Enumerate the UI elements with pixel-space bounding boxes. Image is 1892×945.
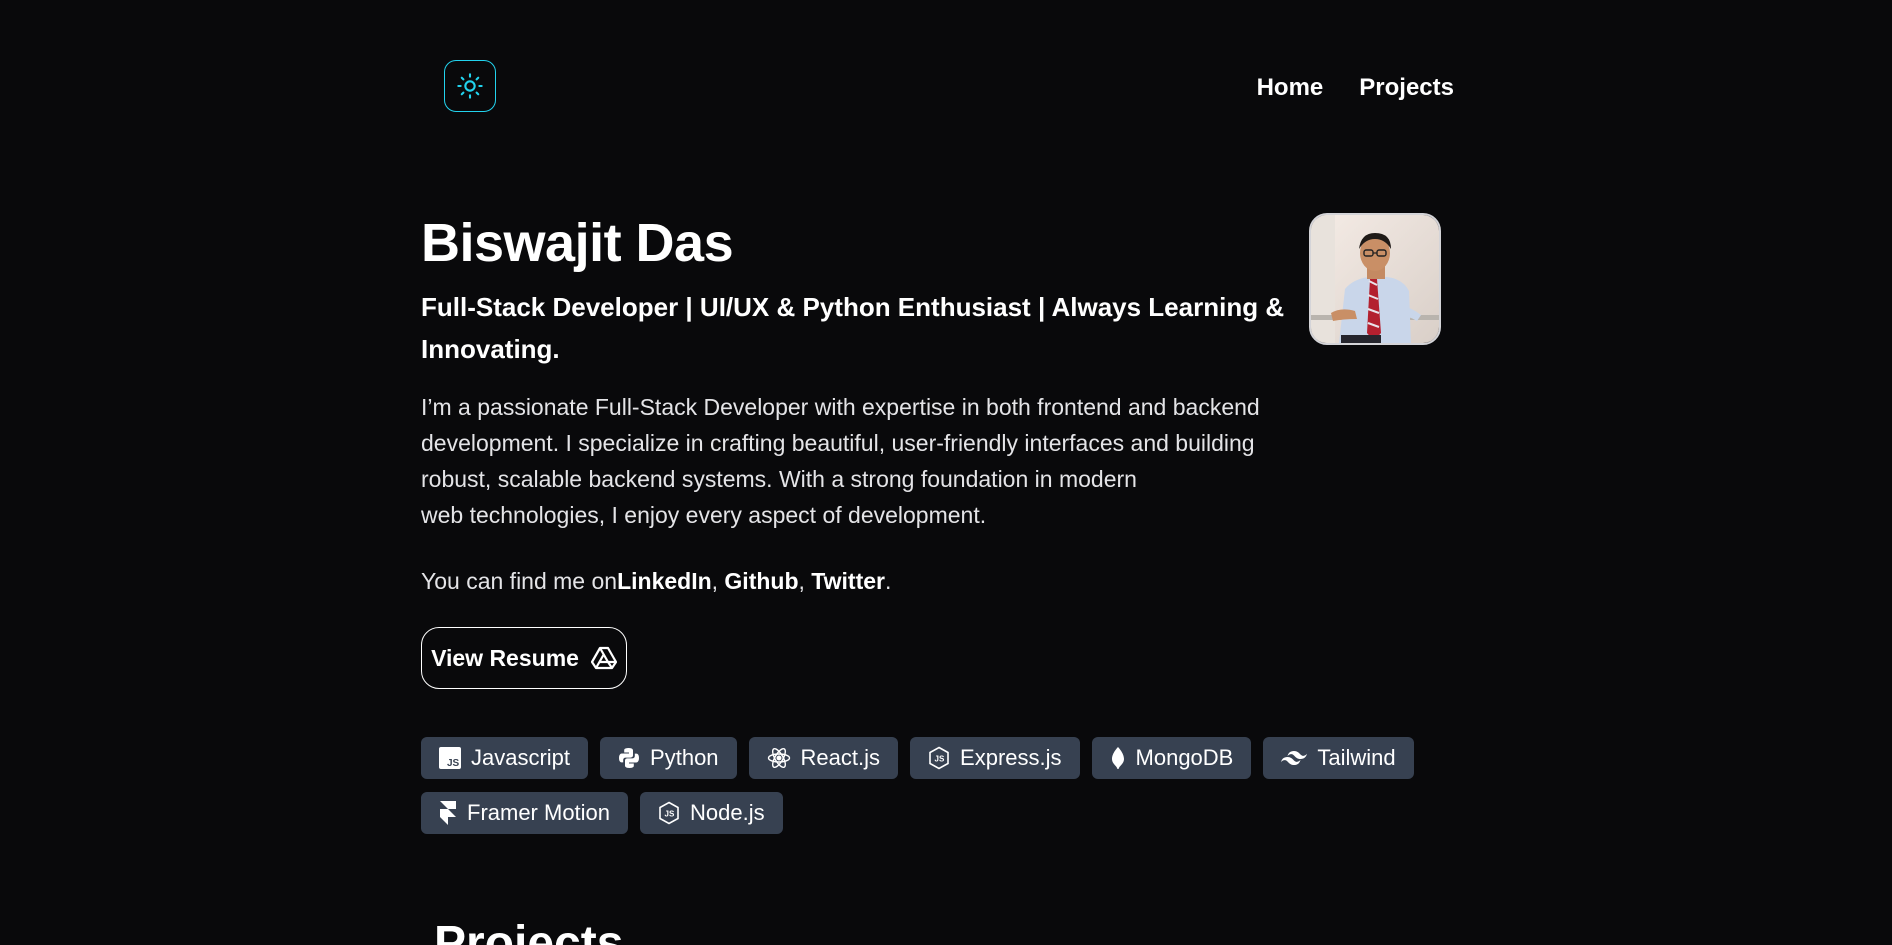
profile-photo bbox=[1311, 215, 1439, 343]
bio-line: robust, scalable backend systems. With a… bbox=[421, 466, 1137, 492]
social-links-text: You can find me onLinkedIn, Github, Twit… bbox=[421, 568, 891, 595]
express-icon: JS bbox=[929, 746, 949, 770]
bio-line: I’m a passionate Full-Stack Developer wi… bbox=[421, 394, 1260, 420]
hero-tagline: Full-Stack Developer | UI/UX & Python En… bbox=[421, 292, 1285, 364]
hero-bio: I’m a passionate Full-Stack Developer wi… bbox=[421, 389, 1321, 533]
skill-chip: Framer Motion bbox=[421, 792, 629, 834]
skill-label: Python bbox=[650, 745, 719, 770]
linkedin-link[interactable]: LinkedIn bbox=[617, 568, 712, 594]
social-prefix: You can find me on bbox=[421, 568, 618, 594]
javascript-icon: JS bbox=[439, 747, 461, 769]
bio-line: development. I specialize in crafting be… bbox=[421, 430, 1255, 456]
google-drive-icon bbox=[590, 646, 617, 670]
view-resume-button[interactable]: View Resume bbox=[421, 627, 627, 689]
skill-label: MongoDB bbox=[1135, 745, 1234, 770]
skill-chip: JS Express.js bbox=[910, 737, 1080, 779]
svg-text:JS: JS bbox=[447, 758, 460, 769]
resume-button-label: View Resume bbox=[431, 644, 579, 671]
tailwind-icon bbox=[1281, 751, 1308, 765]
portfolio-page: Home Projects Biswajit Das Full-Stack De… bbox=[0, 0, 1892, 945]
react-icon bbox=[767, 747, 790, 769]
twitter-link[interactable]: Twitter bbox=[811, 568, 885, 594]
sun-icon bbox=[457, 73, 483, 99]
social-separator: , bbox=[798, 568, 812, 594]
svg-text:JS: JS bbox=[935, 755, 945, 764]
hero-name: Biswajit Das bbox=[421, 213, 734, 273]
skill-label: Tailwind bbox=[1317, 745, 1396, 770]
bio-line: web technologies, I enjoy every aspect o… bbox=[421, 502, 987, 528]
theme-toggle-button[interactable] bbox=[444, 60, 496, 112]
skills-list: JS Javascript Python React.js JS Express… bbox=[421, 737, 1421, 834]
skill-label: Framer Motion bbox=[467, 800, 611, 825]
social-separator: , bbox=[711, 568, 725, 594]
svg-text:JS: JS bbox=[665, 810, 675, 819]
mongodb-icon bbox=[1111, 747, 1124, 769]
framer-icon bbox=[440, 801, 456, 825]
skill-label: Node.js bbox=[690, 800, 765, 825]
skill-chip: Python bbox=[600, 737, 737, 779]
python-icon bbox=[619, 748, 640, 768]
nodejs-icon: JS bbox=[659, 801, 679, 825]
avatar bbox=[1309, 213, 1441, 345]
projects-heading: Projects bbox=[434, 917, 624, 945]
skill-label: Javascript bbox=[471, 745, 571, 770]
nav-projects-link[interactable]: Projects bbox=[1359, 74, 1454, 102]
social-suffix: . bbox=[884, 568, 892, 594]
github-link[interactable]: Github bbox=[724, 568, 798, 594]
skill-label: Express.js bbox=[960, 745, 1062, 770]
skill-chip: React.js bbox=[748, 737, 899, 779]
skill-chip: MongoDB bbox=[1091, 737, 1252, 779]
skill-chip: Tailwind bbox=[1263, 737, 1414, 779]
skill-chip: JS Node.js bbox=[640, 792, 783, 834]
skill-label: React.js bbox=[800, 745, 881, 770]
skill-chip: JS Javascript bbox=[421, 737, 589, 779]
top-nav: Home Projects bbox=[1257, 74, 1454, 102]
nav-home-link[interactable]: Home bbox=[1257, 74, 1324, 102]
